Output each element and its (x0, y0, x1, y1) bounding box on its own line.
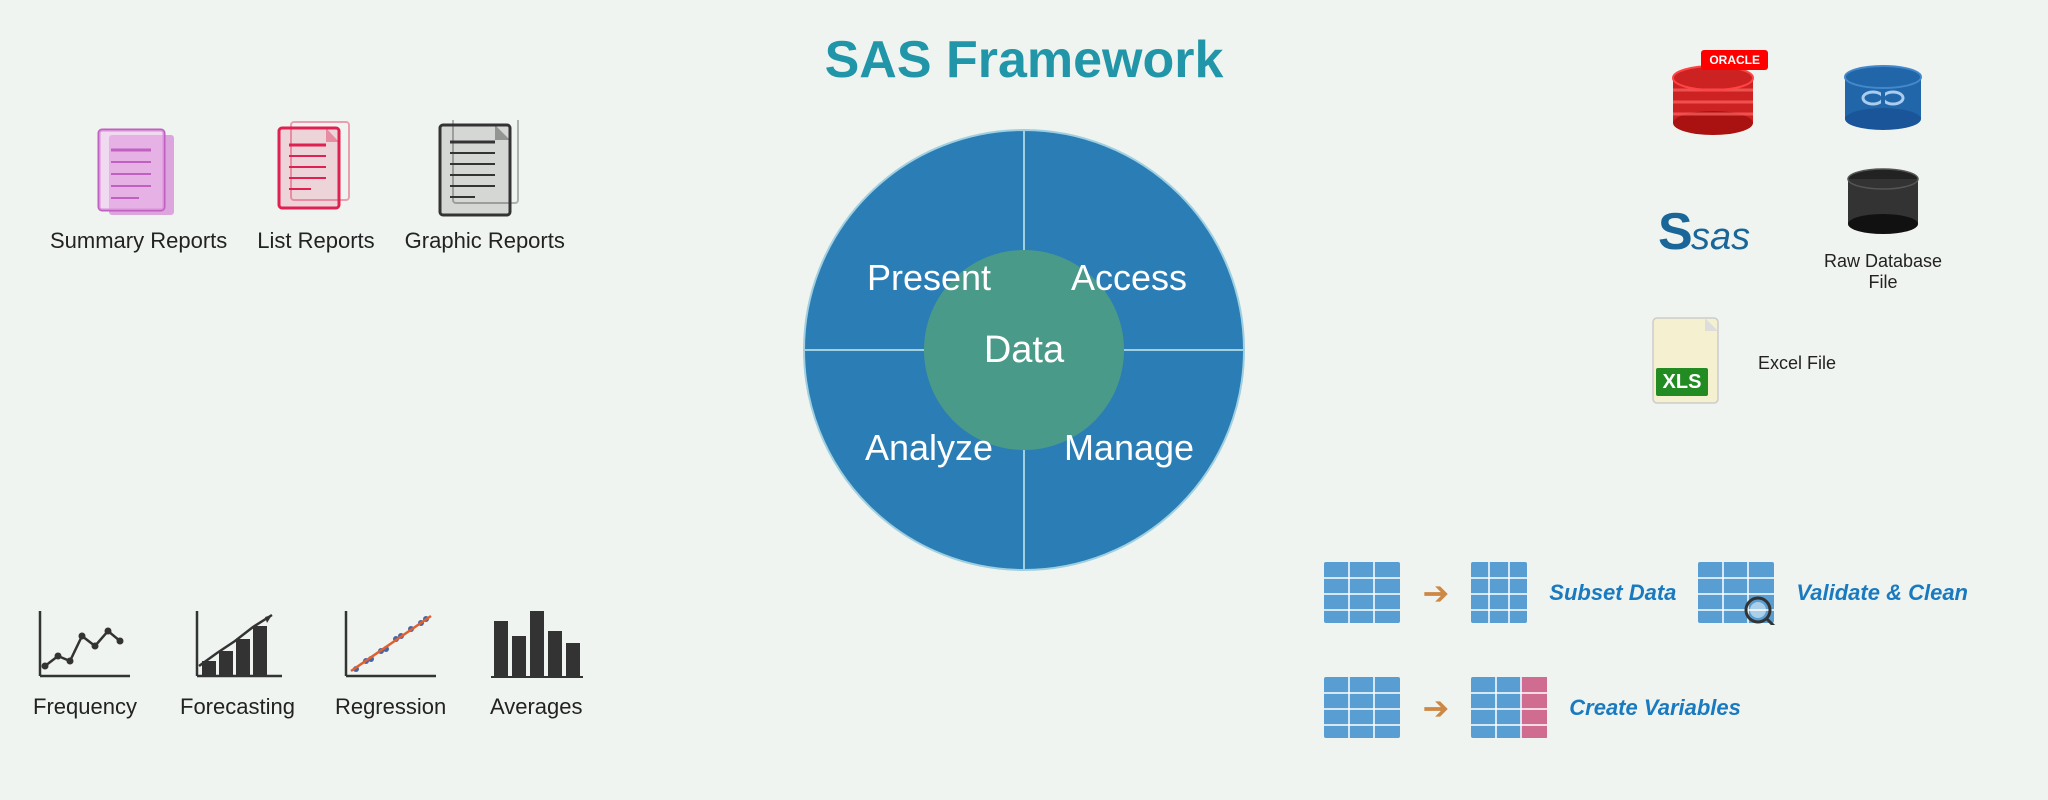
svg-text:Data: Data (984, 329, 1065, 371)
svg-text:Analyze: Analyze (865, 427, 993, 468)
create-variables-row: ➔ Create Variables (1322, 675, 1968, 740)
summary-reports-icon (89, 120, 189, 220)
graphic-reports-icon (435, 120, 535, 220)
create-vars-source-table-icon (1322, 675, 1402, 740)
list-reports-label: List Reports (257, 228, 374, 254)
list-reports-item: List Reports (257, 120, 374, 254)
excel-file-label: Excel File (1758, 353, 1836, 374)
analysis-section: Frequency Forecasting (30, 601, 586, 720)
frequency-label: Frequency (33, 694, 137, 720)
averages-item: Averages (486, 601, 586, 720)
subset-result-table-icon (1469, 560, 1529, 625)
excel-file-item: XLS Excel File (1648, 313, 1948, 413)
forecasting-label: Forecasting (180, 694, 295, 720)
database-section: ORACLE (1648, 60, 1948, 413)
raw-db-icon (1838, 165, 1928, 245)
summary-reports-label: Summary Reports (50, 228, 227, 254)
chain-db-item (1818, 63, 1948, 143)
sas-logo-icon: S sas (1653, 199, 1773, 259)
create-vars-result-table-icon (1469, 675, 1549, 740)
raw-db-label: Raw DatabaseFile (1824, 251, 1942, 293)
svg-text:Present: Present (867, 257, 991, 298)
forecasting-icon (187, 601, 287, 686)
sas-wheel: Present Access Analyze Manage Data (774, 100, 1274, 600)
oracle-db-icon (1663, 60, 1763, 140)
svg-text:sas: sas (1691, 216, 1750, 258)
excel-file-icon: XLS (1648, 313, 1738, 413)
manage-section: ➔ Subset Data Validate & Clean (1322, 560, 1968, 740)
validate-clean-label: Validate & Clean (1796, 580, 1968, 606)
create-variables-label: Create Variables (1569, 695, 1741, 721)
frequency-icon (30, 601, 140, 686)
subset-data-label: Subset Data (1549, 580, 1676, 606)
averages-label: Averages (490, 694, 583, 720)
frequency-item: Frequency (30, 601, 140, 720)
wheel-svg: Present Access Analyze Manage Data (774, 100, 1274, 600)
averages-icon (486, 601, 586, 686)
raw-db-item: Raw DatabaseFile (1818, 165, 1948, 293)
list-reports-icon (271, 120, 361, 220)
svg-text:S: S (1658, 203, 1693, 259)
summary-reports-item: Summary Reports (50, 120, 227, 254)
graphic-reports-label: Graphic Reports (405, 228, 565, 254)
reports-section: Summary Reports List Reports (50, 120, 565, 254)
validate-table-icon (1696, 560, 1776, 625)
subset-source-table-icon (1322, 560, 1402, 625)
regression-icon (336, 601, 446, 686)
oracle-db-wrapper: ORACLE (1663, 60, 1763, 145)
subset-data-row: ➔ Subset Data Validate & Clean (1322, 560, 1968, 625)
oracle-db-item: ORACLE (1648, 60, 1778, 145)
oracle-badge: ORACLE (1701, 50, 1768, 70)
svg-text:Manage: Manage (1064, 427, 1194, 468)
regression-item: Regression (335, 601, 446, 720)
svg-text:Access: Access (1071, 257, 1187, 298)
sas-logo-item: S sas (1648, 199, 1778, 259)
forecasting-item: Forecasting (180, 601, 295, 720)
graphic-reports-item: Graphic Reports (405, 120, 565, 254)
chain-db-icon (1833, 63, 1933, 143)
regression-label: Regression (335, 694, 446, 720)
svg-text:XLS: XLS (1663, 371, 1702, 393)
page-title: SAS Framework (825, 30, 1224, 90)
